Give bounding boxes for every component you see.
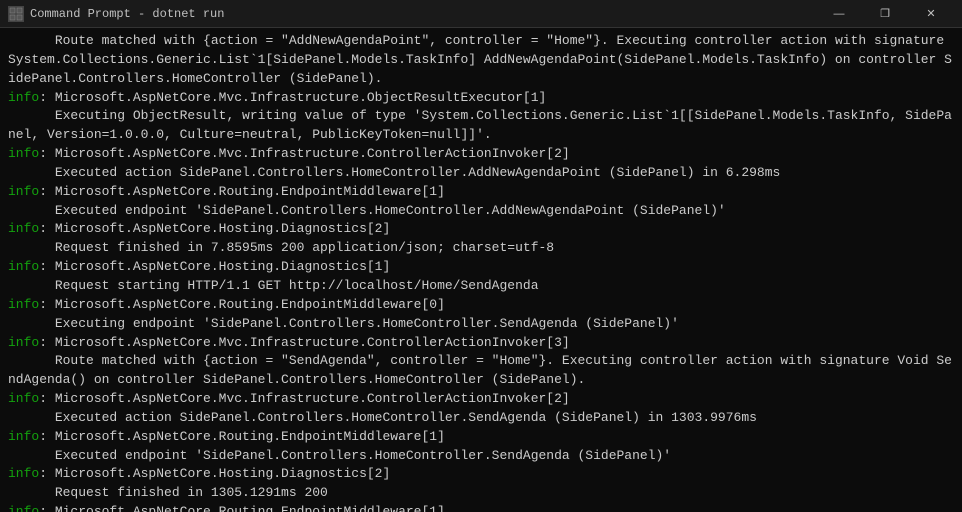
console-line: info: Microsoft.AspNetCore.Routing.Endpo…	[8, 296, 954, 315]
title-bar-controls: — ❐ ✕	[816, 0, 954, 28]
console-line: info: Microsoft.AspNetCore.Routing.Endpo…	[8, 183, 954, 202]
console-line: Route matched with {action = "SendAgenda…	[8, 352, 954, 390]
console-line: info: Microsoft.AspNetCore.Mvc.Infrastru…	[8, 89, 954, 108]
console-line: Request starting HTTP/1.1 GET http://loc…	[8, 277, 954, 296]
title-bar: Command Prompt - dotnet run — ❐ ✕	[0, 0, 962, 28]
console-line: Executed action SidePanel.Controllers.Ho…	[8, 164, 954, 183]
close-button[interactable]: ✕	[908, 0, 954, 28]
console-line: Executed endpoint 'SidePanel.Controllers…	[8, 202, 954, 221]
window-title: Command Prompt - dotnet run	[30, 7, 224, 21]
window-icon	[8, 6, 24, 22]
console-line: Executed action SidePanel.Controllers.Ho…	[8, 409, 954, 428]
console-line: Request finished in 1305.1291ms 200	[8, 484, 954, 503]
console-line: info: Microsoft.AspNetCore.Hosting.Diagn…	[8, 220, 954, 239]
console-line: Route matched with {action = "AddNewAgen…	[8, 32, 954, 89]
console-line: info: Microsoft.AspNetCore.Mvc.Infrastru…	[8, 334, 954, 353]
console-line: Executing ObjectResult, writing value of…	[8, 107, 954, 145]
console-line: info: Microsoft.AspNetCore.Routing.Endpo…	[8, 503, 954, 512]
console-line: Executed endpoint 'SidePanel.Controllers…	[8, 447, 954, 466]
console-line: info: Microsoft.AspNetCore.Routing.Endpo…	[8, 428, 954, 447]
minimize-button[interactable]: —	[816, 0, 862, 28]
console-output: Route matched with {action = "AddNewAgen…	[0, 28, 962, 512]
console-line: info: Microsoft.AspNetCore.Hosting.Diagn…	[8, 465, 954, 484]
console-line: Request finished in 7.8595ms 200 applica…	[8, 239, 954, 258]
console-line: Executing endpoint 'SidePanel.Controller…	[8, 315, 954, 334]
window-container: Command Prompt - dotnet run — ❐ ✕ Route …	[0, 0, 962, 512]
console-line: info: Microsoft.AspNetCore.Hosting.Diagn…	[8, 258, 954, 277]
title-bar-left: Command Prompt - dotnet run	[8, 6, 224, 22]
console-line: info: Microsoft.AspNetCore.Mvc.Infrastru…	[8, 145, 954, 164]
console-line: info: Microsoft.AspNetCore.Mvc.Infrastru…	[8, 390, 954, 409]
maximize-button[interactable]: ❐	[862, 0, 908, 28]
